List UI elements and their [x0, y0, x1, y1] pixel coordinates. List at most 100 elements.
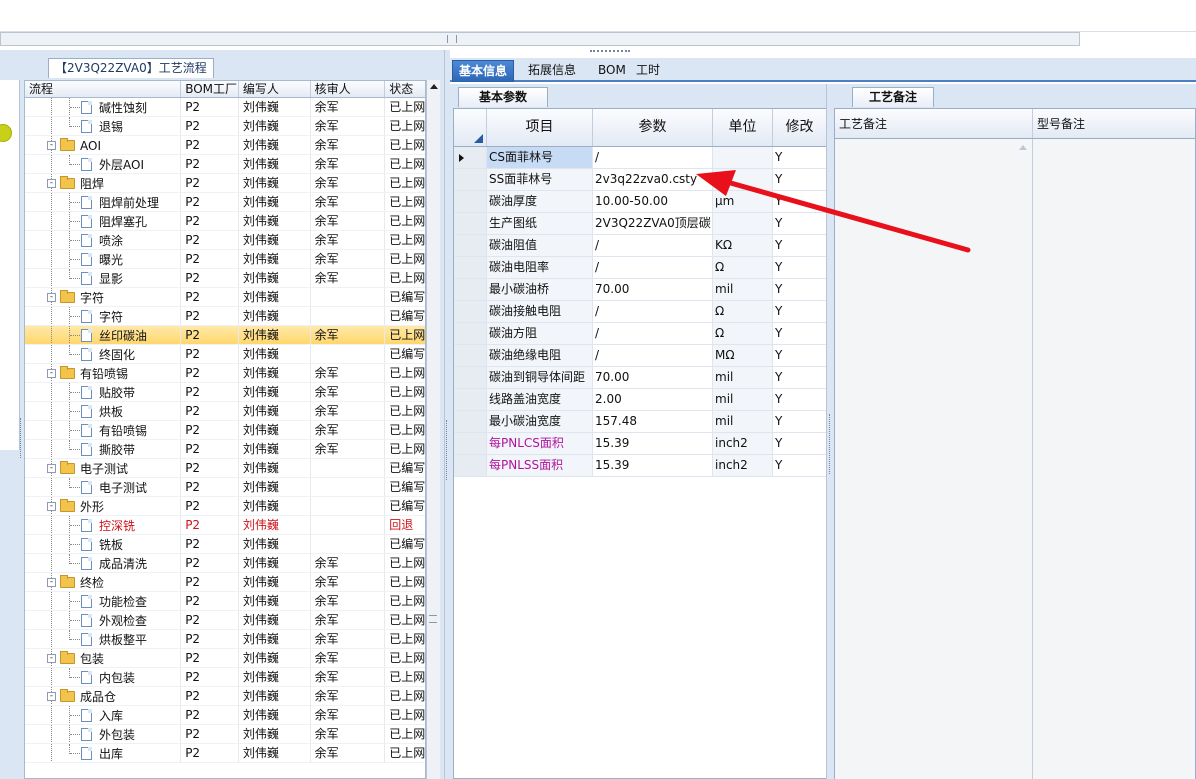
- param-modify-cell[interactable]: Y: [773, 191, 826, 212]
- param-value-field[interactable]: 2.00: [593, 389, 713, 410]
- column-header-bom-factory[interactable]: BOM工厂: [181, 81, 239, 97]
- row-selector[interactable]: [454, 169, 487, 190]
- row-selector[interactable]: [454, 433, 487, 454]
- param-value-field[interactable]: 15.39: [593, 433, 713, 454]
- row-selector[interactable]: [454, 147, 487, 168]
- collapse-toggle-icon[interactable]: -: [47, 369, 56, 378]
- param-row[interactable]: 碳油电阻率 / Ω Y: [454, 257, 826, 279]
- param-value-field[interactable]: 70.00: [593, 367, 713, 388]
- param-row[interactable]: 碳油厚度 10.00-50.00 μm Y: [454, 191, 826, 213]
- scrollbar-grip[interactable]: [429, 615, 437, 623]
- param-modify-cell[interactable]: Y: [773, 367, 826, 388]
- param-modify-cell[interactable]: Y: [773, 235, 826, 256]
- process-tree-scrollbar[interactable]: [426, 80, 440, 779]
- param-row[interactable]: CS面菲林号 / Y: [454, 147, 826, 169]
- horizontal-scrollbar[interactable]: [0, 32, 1080, 46]
- row-selector[interactable]: [454, 279, 487, 300]
- param-value-field[interactable]: /: [593, 345, 713, 366]
- collapse-toggle-icon[interactable]: -: [47, 692, 56, 701]
- model-remarks-field[interactable]: [1033, 139, 1195, 779]
- param-modify-cell[interactable]: Y: [773, 213, 826, 234]
- collapse-toggle-icon[interactable]: -: [47, 502, 56, 511]
- param-value-field[interactable]: 10.00-50.00: [593, 191, 713, 212]
- tree-step-row[interactable]: 成品清洗 P2 刘伟巍 余军 已上网: [25, 554, 425, 573]
- tree-step-row[interactable]: 外包装 P2 刘伟巍 余军 已上网: [25, 725, 425, 744]
- tree-step-row[interactable]: 终固化 P2 刘伟巍 已编写: [25, 345, 425, 364]
- param-modify-cell[interactable]: Y: [773, 301, 826, 322]
- param-value-field[interactable]: /: [593, 301, 713, 322]
- param-row[interactable]: 每PNLCS面积 15.39 inch2 Y: [454, 433, 826, 455]
- row-selector[interactable]: [454, 455, 487, 476]
- param-modify-cell[interactable]: Y: [773, 169, 826, 190]
- tree-step-row[interactable]: 碱性蚀刻 P2 刘伟巍 余军 已上网: [25, 98, 425, 117]
- tree-step-row[interactable]: 丝印碳油 P2 刘伟巍 余军 已上网: [25, 326, 425, 345]
- param-modify-cell[interactable]: Y: [773, 257, 826, 278]
- tree-step-row[interactable]: 显影 P2 刘伟巍 余军 已上网: [25, 269, 425, 288]
- tree-step-row[interactable]: 内包装 P2 刘伟巍 余军 已上网: [25, 668, 425, 687]
- row-selector[interactable]: [454, 257, 487, 278]
- row-selector-header[interactable]: [454, 109, 487, 146]
- collapse-toggle-icon[interactable]: -: [47, 141, 56, 150]
- param-modify-cell[interactable]: Y: [773, 389, 826, 410]
- column-header-modify[interactable]: 修改: [773, 109, 826, 146]
- tree-folder-row[interactable]: - 电子测试 P2 刘伟巍 已编写: [25, 459, 425, 478]
- param-modify-cell[interactable]: Y: [773, 411, 826, 432]
- param-value-field[interactable]: /: [593, 235, 713, 256]
- tree-step-row[interactable]: 电子测试 P2 刘伟巍 已编写: [25, 478, 425, 497]
- tree-step-row[interactable]: 入库 P2 刘伟巍 余军 已上网: [25, 706, 425, 725]
- param-value-field[interactable]: /: [593, 257, 713, 278]
- row-selector[interactable]: [454, 323, 487, 344]
- tree-step-row[interactable]: 铣板 P2 刘伟巍 已编写: [25, 535, 425, 554]
- scroll-up-icon[interactable]: [1019, 145, 1027, 150]
- tree-step-row[interactable]: 曝光 P2 刘伟巍 余军 已上网: [25, 250, 425, 269]
- param-row[interactable]: 最小碳油桥 70.00 mil Y: [454, 279, 826, 301]
- collapse-toggle-icon[interactable]: -: [47, 578, 56, 587]
- row-selector[interactable]: [454, 235, 487, 256]
- tree-step-row[interactable]: 阻焊前处理 P2 刘伟巍 余军 已上网: [25, 193, 425, 212]
- tree-folder-row[interactable]: - 有铅喷锡 P2 刘伟巍 余军 已上网: [25, 364, 425, 383]
- param-value-field[interactable]: 70.00: [593, 279, 713, 300]
- column-header-auditor[interactable]: 核审人: [311, 81, 386, 97]
- row-selector[interactable]: [454, 411, 487, 432]
- row-selector[interactable]: [454, 213, 487, 234]
- tab-work-hours[interactable]: 工时: [630, 60, 666, 82]
- param-row[interactable]: 生产图纸 2V3Q22ZVA0顶层碳... Y: [454, 213, 826, 235]
- param-value-field[interactable]: /: [593, 323, 713, 344]
- column-header-model-remarks[interactable]: 型号备注: [1033, 109, 1195, 138]
- param-row[interactable]: 每PNLSS面积 15.39 inch2 Y: [454, 455, 826, 477]
- param-row[interactable]: 碳油到铜导体间距 70.00 mil Y: [454, 367, 826, 389]
- tree-step-row[interactable]: 撕胶带 P2 刘伟巍 余军 已上网: [25, 440, 425, 459]
- column-header-flow[interactable]: 流程: [25, 81, 182, 97]
- param-row[interactable]: 碳油阻值 / KΩ Y: [454, 235, 826, 257]
- tree-folder-row[interactable]: - 字符 P2 刘伟巍 已编写: [25, 288, 425, 307]
- param-modify-cell[interactable]: Y: [773, 279, 826, 300]
- right-splitter[interactable]: [826, 84, 834, 779]
- process-remarks-field[interactable]: [835, 139, 1033, 779]
- collapse-toggle-icon[interactable]: -: [47, 654, 56, 663]
- tab-process-remarks[interactable]: 工艺备注: [852, 87, 935, 107]
- param-row[interactable]: 线路盖油宽度 2.00 mil Y: [454, 389, 826, 411]
- collapse-toggle-icon[interactable]: -: [47, 464, 56, 473]
- tree-step-row[interactable]: 烘板整平 P2 刘伟巍 余军 已上网: [25, 630, 425, 649]
- column-header-param[interactable]: 参数: [593, 109, 713, 146]
- param-row[interactable]: SS面菲林号 2v3q22zva0.csty Y: [454, 169, 826, 191]
- tree-folder-row[interactable]: - 阻焊 P2 刘伟巍 余军 已上网: [25, 174, 425, 193]
- tree-folder-row[interactable]: - AOI P2 刘伟巍 余军 已上网: [25, 136, 425, 155]
- tree-step-row[interactable]: 有铅喷锡 P2 刘伟巍 余军 已上网: [25, 421, 425, 440]
- param-modify-cell[interactable]: Y: [773, 455, 826, 476]
- column-header-status[interactable]: 状态: [385, 81, 425, 97]
- tree-step-row[interactable]: 字符 P2 刘伟巍 已编写: [25, 307, 425, 326]
- tab-extended-info[interactable]: 拓展信息: [522, 60, 582, 82]
- param-modify-cell[interactable]: Y: [773, 323, 826, 344]
- tree-step-row[interactable]: 烘板 P2 刘伟巍 余军 已上网: [25, 402, 425, 421]
- tree-step-row[interactable]: 喷涂 P2 刘伟巍 余军 已上网: [25, 231, 425, 250]
- tab-basic-params[interactable]: 基本参数: [458, 87, 549, 107]
- process-flow-title[interactable]: 【2V3Q22ZVA0】工艺流程: [48, 58, 214, 78]
- param-row[interactable]: 碳油绝缘电阻 / MΩ Y: [454, 345, 826, 367]
- scroll-up-icon[interactable]: [430, 84, 438, 89]
- param-value-field[interactable]: 15.39: [593, 455, 713, 476]
- tree-step-row[interactable]: 外观检查 P2 刘伟巍 余军 已上网: [25, 611, 425, 630]
- param-row[interactable]: 碳油接触电阻 / Ω Y: [454, 301, 826, 323]
- param-row[interactable]: 碳油方阻 / Ω Y: [454, 323, 826, 345]
- param-value-field[interactable]: /: [593, 147, 713, 168]
